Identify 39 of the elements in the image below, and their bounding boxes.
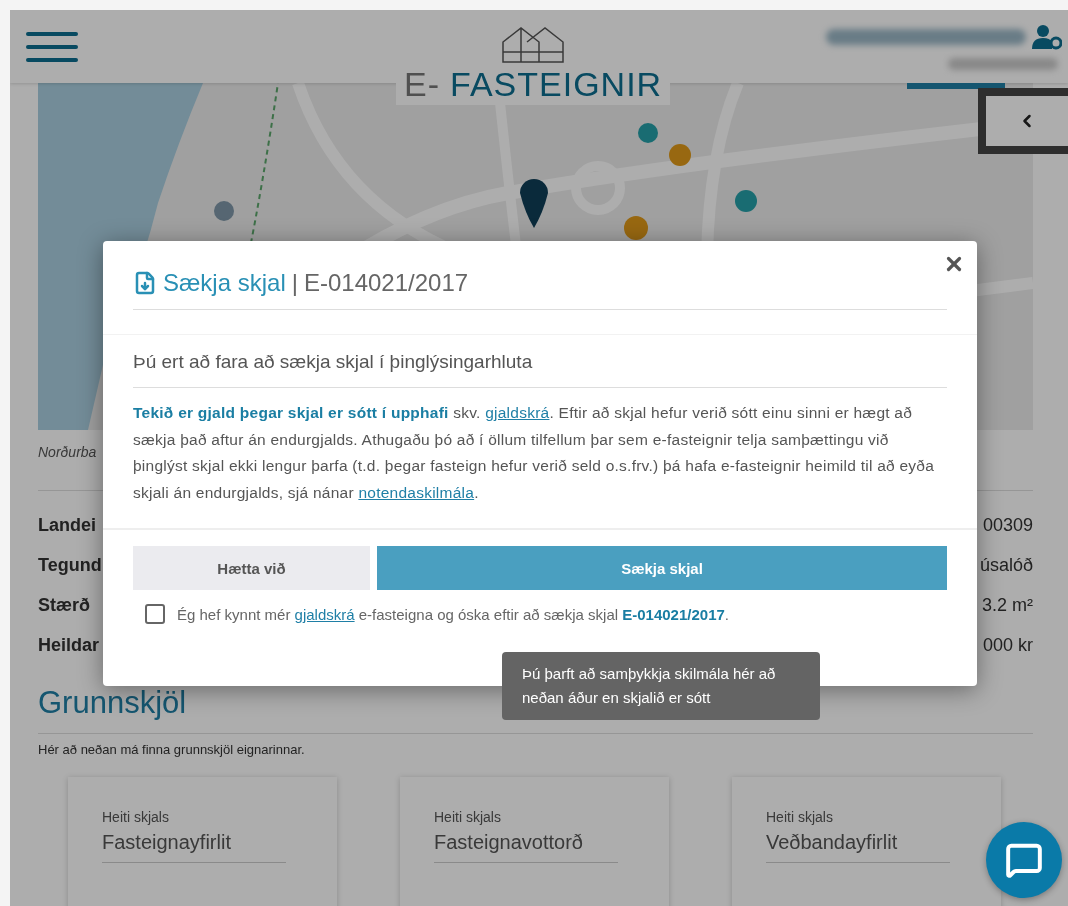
section-title: Grunnskjöl — [38, 685, 187, 721]
field-label: Heiti skjals — [766, 809, 834, 825]
property-value: 00309 — [982, 514, 1033, 536]
dialog-subtitle: Þú ert að fara að sækja skjal í þinglýsingarhluta — [133, 351, 947, 388]
document-reference: E-014021/2017 — [303, 269, 469, 297]
consent-label: Ég hef kynnt mér gjaldskrá e-fasteigna og óska eftir að sækja skjal E-014021/2017. — [177, 605, 729, 623]
field-label: Heiti skjals — [102, 809, 170, 825]
field-label: Heiti skjals — [434, 809, 502, 825]
document-card[interactable]: Heiti skjals Fasteignavottorð — [400, 777, 669, 906]
collapse-button[interactable] — [978, 88, 1068, 154]
user-settings-icon[interactable] — [1032, 23, 1062, 50]
section-intro: Hér að neðan má finna grunnskjöl eignarinnar. — [38, 742, 306, 757]
document-card[interactable]: Heiti skjals Veðbandayfirlit — [732, 777, 1001, 906]
chat-bubble-icon — [1005, 841, 1043, 879]
dialog-title: Sækja skjal — [163, 269, 286, 297]
property-value: úsalóð — [979, 554, 1033, 576]
map-caption: Norðurba — [38, 444, 98, 460]
chat-button[interactable] — [986, 822, 1062, 898]
property-label: Heildar — [38, 634, 100, 656]
title-separator: | — [291, 269, 298, 297]
document-card[interactable]: Heiti skjals Fasteignayfirlit — [68, 777, 337, 906]
property-label: Tegund — [38, 554, 102, 576]
consent-checkbox[interactable] — [145, 604, 165, 624]
property-label: Stærð — [38, 594, 90, 616]
logo-name: FASTEIGNIR — [450, 66, 663, 104]
field-value: Fasteignavottorð — [434, 825, 618, 863]
property-value: 3.2 m² — [982, 594, 1033, 616]
file-download-icon — [133, 271, 157, 295]
logo-prefix: E- — [404, 66, 440, 104]
property-label: Landei — [38, 514, 96, 536]
field-value: Veðbandayfirlit — [766, 825, 950, 863]
download-button[interactable]: Sækja skjal — [377, 546, 947, 590]
field-value: Fasteignayfirlit — [102, 825, 286, 863]
fee-link[interactable]: gjaldskrá — [294, 605, 355, 623]
fee-link[interactable]: gjaldskrá — [485, 404, 550, 421]
tooltip: Þú þarft að samþykkja skilmála hér að neðan áður en skjalið er sótt — [502, 652, 820, 720]
notice-paragraph: Tekið er gjald þegar skjal er sótt í upphafi skv. gjaldskrá. Eftir að skjal hefur verið sótt einu sinni er hægt að sækja það aftur án endurgjalds. Athugaðu þó að í öllum tilfellum þar sem e-fasteignir telja samþættingu við þinglýst skjal ekki lengur þarfa (t.d. þegar fasteign hefur verið seld o.s.frv.) þá hafa e-fasteignir heimild til að eyða skjali án endurgjalds, sjá nánar notendaskilmála. — [133, 403, 936, 503]
property-value: 000 kr — [982, 634, 1033, 656]
cancel-button[interactable]: Hætta við — [133, 546, 370, 590]
